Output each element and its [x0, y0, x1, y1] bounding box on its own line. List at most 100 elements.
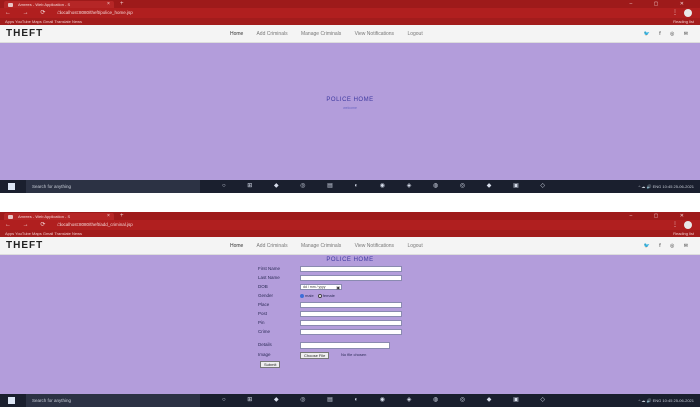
gender-male-label: male [305, 293, 314, 298]
tab-title: Amrees - Web Application - S [18, 214, 71, 219]
gender-radio-group: male female [300, 292, 335, 300]
tab-title: Amrees - Web Application - S [18, 2, 71, 7]
details-label: Details [258, 342, 272, 347]
place-field[interactable] [300, 302, 402, 308]
dob-label: DOB [258, 284, 268, 289]
new-tab-button[interactable]: + [120, 212, 124, 220]
site-nav: Home Add Criminals Manage Criminals View… [230, 237, 435, 255]
browser-nav-buttons[interactable]: ← → ⟳ ⌂ [5, 220, 66, 230]
post-label: Post [258, 311, 268, 316]
site-header: THEFT Home Add Criminals Manage Criminal… [0, 25, 700, 43]
no-file-chosen-text: No file chosen [341, 352, 367, 357]
tab-bar: Amrees - Web Application - S × + – ▢ ✕ [0, 0, 700, 8]
place-label: Place [258, 302, 270, 307]
nav-logout[interactable]: Logout [407, 243, 422, 249]
reading-list-link[interactable]: Reading list [673, 18, 694, 25]
page-heading: POLICE HOME [326, 257, 374, 263]
social-icons[interactable]: 🐦 f ◎ ✉ [644, 25, 692, 43]
social-icons[interactable]: 🐦 f ◎ ✉ [644, 237, 692, 255]
taskbar-search-input[interactable]: Search for anything [26, 180, 200, 193]
profile-avatar[interactable] [684, 9, 692, 17]
photo-label: Image [258, 352, 271, 357]
site-logo[interactable]: THEFT [6, 240, 43, 252]
dob-date-field[interactable]: dd / mm / yyyy ▣ [300, 284, 342, 290]
window-controls[interactable]: – ▢ ✕ [630, 212, 694, 220]
new-tab-button[interactable]: + [120, 0, 124, 8]
bookmarks-list[interactable]: Apps YouTube Maps Gmail Translate News [5, 230, 82, 237]
nav-manage-criminals[interactable]: Manage Criminals [301, 31, 341, 37]
form-row-first-name: First Name [258, 265, 418, 273]
form-row-gender: Gender male female [258, 292, 418, 300]
windows-start-icon[interactable] [8, 397, 15, 404]
window-controls[interactable]: – ▢ ✕ [630, 0, 694, 8]
bookmarks-bar: Apps YouTube Maps Gmail Translate News R… [0, 230, 700, 237]
form-row-submit: Submit [258, 360, 418, 368]
system-tray[interactable]: ^ ☁ 🔊 ENG 10:45 25-06-2021 [638, 394, 694, 407]
form-row-last-name: Last Name [258, 274, 418, 282]
form-row-photo: Image Choose File No file chosen [258, 351, 418, 359]
form-row-pin: Pin [258, 319, 418, 327]
pin-label: Pin [258, 320, 265, 325]
form-row-post: Post [258, 310, 418, 318]
form-row-place: Place [258, 301, 418, 309]
address-bar: ← → ⟳ ⌂ localhost:8080/theft/add_crimina… [0, 220, 700, 230]
calendar-icon[interactable]: ▣ [336, 285, 340, 290]
browser-menu-icon[interactable]: ⋮ [672, 220, 678, 230]
taskbar-app-icons[interactable]: ○ ⊞ ◆ ◎ ▤ ◐ ◉ ◈ ◍ ◎ ◆ ▣ ◇ [222, 394, 555, 407]
tab-close-icon[interactable]: × [107, 1, 110, 8]
favicon-icon [8, 2, 13, 7]
last-name-label: Last Name [258, 275, 280, 280]
windows-start-icon[interactable] [8, 183, 15, 190]
nav-view-notifications[interactable]: View Notifications [355, 243, 394, 249]
page-subheading: welcome [343, 106, 357, 110]
gender-female-label: female [322, 293, 335, 298]
page-heading: POLICE HOME [326, 97, 374, 103]
system-tray[interactable]: ^ ☁ 🔊 ENG 10:45 25-06-2021 [638, 180, 694, 193]
crime-field[interactable] [300, 329, 402, 335]
browser-menu-icon[interactable]: ⋮ [672, 8, 678, 18]
first-name-field[interactable] [300, 266, 402, 272]
details-field[interactable] [300, 342, 390, 349]
reading-list-link[interactable]: Reading list [673, 230, 694, 237]
nav-add-criminals[interactable]: Add Criminals [256, 243, 287, 249]
nav-logout[interactable]: Logout [407, 31, 422, 37]
gender-male-radio[interactable] [300, 293, 304, 298]
crime-label: Crime [258, 329, 270, 334]
first-name-label: First Name [258, 266, 281, 271]
windows-taskbar: Search for anything ○ ⊞ ◆ ◎ ▤ ◐ ◉ ◈ ◍ ◎ … [0, 394, 700, 407]
form-row-dob: DOB dd / mm / yyyy ▣ [258, 283, 418, 291]
profile-avatar[interactable] [684, 221, 692, 229]
taskbar-app-icons[interactable]: ○ ⊞ ◆ ◎ ▤ ◐ ◉ ◈ ◍ ◎ ◆ ▣ ◇ [222, 180, 555, 193]
main-content: POLICE HOME First Name Last Name DOB dd … [0, 255, 700, 394]
submit-button[interactable]: Submit [260, 360, 281, 368]
browser-tab[interactable]: Amrees - Web Application - S × [4, 1, 114, 8]
gender-female-radio[interactable] [317, 293, 322, 298]
taskbar-search-input[interactable]: Search for anything [26, 394, 200, 407]
bookmarks-list[interactable]: Apps YouTube Maps Gmail Translate News [5, 18, 82, 25]
screenshot-police-home: Amrees - Web Application - S × + – ▢ ✕ ←… [0, 0, 700, 193]
browser-tab[interactable]: Amrees - Web Application - S × [4, 213, 114, 220]
choose-file-button[interactable]: Choose File [300, 351, 330, 359]
nav-view-notifications[interactable]: View Notifications [355, 31, 394, 37]
tab-close-icon[interactable]: × [107, 213, 110, 220]
browser-nav-buttons[interactable]: ← → ⟳ ⌂ [5, 8, 66, 18]
form-row-crime: Crime [258, 328, 418, 336]
url-input[interactable]: localhost:8080/theft/add_criminal.jsp [60, 222, 390, 228]
bookmarks-bar: Apps YouTube Maps Gmail Translate News R… [0, 18, 700, 25]
favicon-icon [8, 214, 13, 219]
post-field[interactable] [300, 311, 402, 317]
add-criminal-form: First Name Last Name DOB dd / mm / yyyy … [258, 265, 418, 369]
url-input[interactable]: localhost:8080/theft/police_home.jsp [60, 10, 390, 16]
windows-taskbar: Search for anything ○ ⊞ ◆ ◎ ▤ ◐ ◉ ◈ ◍ ◎ … [0, 180, 700, 193]
nav-home[interactable]: Home [230, 31, 243, 37]
site-nav: Home Add Criminals Manage Criminals View… [230, 25, 435, 43]
form-row-details: Details [258, 341, 418, 349]
last-name-field[interactable] [300, 275, 402, 281]
pin-field[interactable] [300, 320, 402, 326]
gender-label: Gender [258, 293, 274, 298]
nav-manage-criminals[interactable]: Manage Criminals [301, 243, 341, 249]
nav-home[interactable]: Home [230, 243, 243, 249]
nav-add-criminals[interactable]: Add Criminals [256, 31, 287, 37]
site-logo[interactable]: THEFT [6, 28, 43, 40]
dob-value: dd / mm / yyyy [303, 285, 326, 289]
